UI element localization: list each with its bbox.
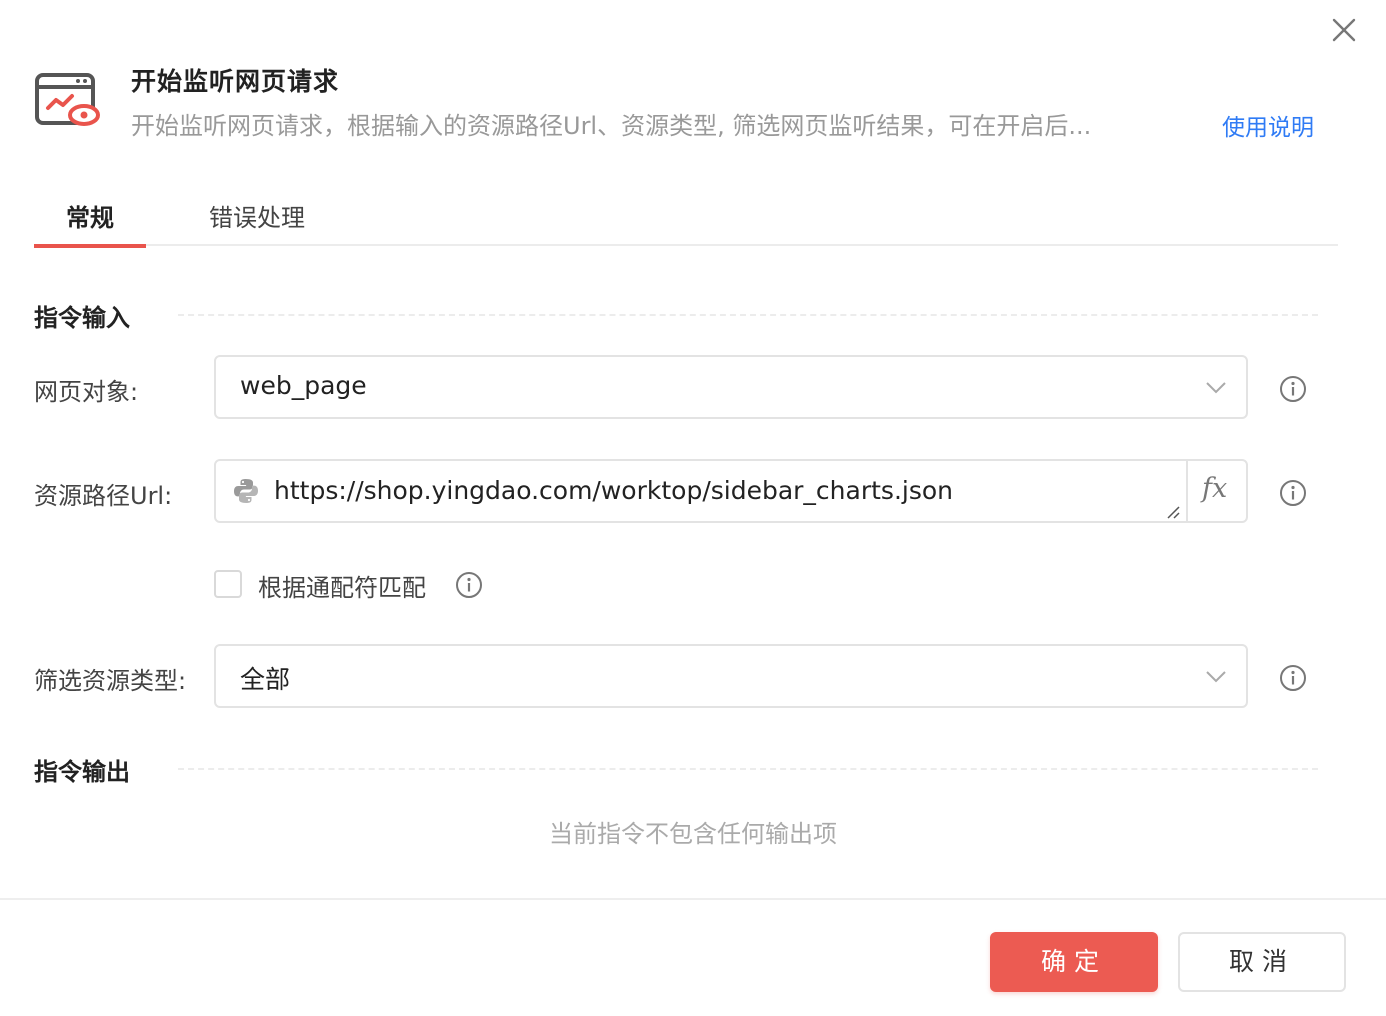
info-icon[interactable] xyxy=(1279,375,1307,403)
help-link[interactable]: 使用说明 xyxy=(1222,108,1314,142)
output-section-title: 指令输出 xyxy=(34,758,130,786)
resource-url-field[interactable]: https://shop.yingdao.com/worktop/sidebar… xyxy=(214,459,1248,523)
tab-bar: 常规 错误处理 xyxy=(34,190,1338,248)
cancel-button[interactable]: 取消 xyxy=(1178,932,1346,992)
resource-url-value: https://shop.yingdao.com/worktop/sidebar… xyxy=(274,476,954,505)
python-icon xyxy=(234,479,258,503)
section-divider xyxy=(178,768,1318,770)
section-divider xyxy=(178,314,1318,316)
chevron-down-icon xyxy=(1206,671,1226,683)
empty-output-text: 当前指令不包含任何输出项 xyxy=(549,820,837,848)
tab-general[interactable]: 常规 xyxy=(34,198,146,248)
chevron-down-icon xyxy=(1206,382,1226,394)
web-object-label: 网页对象: xyxy=(34,378,139,406)
formula-button[interactable]: fx xyxy=(1186,461,1248,521)
info-icon[interactable] xyxy=(455,571,483,599)
close-icon xyxy=(1332,18,1356,42)
input-section-title: 指令输入 xyxy=(34,304,130,332)
web-object-select[interactable]: web_page xyxy=(214,355,1248,419)
resource-type-label: 筛选资源类型: xyxy=(34,667,187,695)
close-button[interactable] xyxy=(1328,14,1360,46)
fx-icon: fx xyxy=(1202,473,1228,504)
monitor-eye-icon xyxy=(35,73,100,126)
wildcard-match-label: 根据通配符匹配 xyxy=(258,574,426,602)
resource-type-value: 全部 xyxy=(240,665,291,694)
confirm-button[interactable]: 确定 xyxy=(990,932,1158,992)
dialog-title: 开始监听网页请求 xyxy=(131,67,340,96)
resource-type-select[interactable]: 全部 xyxy=(214,644,1248,708)
dialog-description: 开始监听网页请求，根据输入的资源路径Url、资源类型, 筛选网页监听结果，可在开… xyxy=(131,112,1092,140)
web-object-value: web_page xyxy=(240,371,367,400)
info-icon[interactable] xyxy=(1279,479,1307,507)
dialog: 开始监听网页请求 开始监听网页请求，根据输入的资源路径Url、资源类型, 筛选网… xyxy=(0,0,1386,1016)
footer-divider xyxy=(0,898,1386,900)
wildcard-match-checkbox[interactable] xyxy=(214,570,242,598)
tab-error-handling[interactable]: 错误处理 xyxy=(209,198,305,233)
resource-url-label: 资源路径Url: xyxy=(34,482,173,510)
resize-handle-icon[interactable] xyxy=(1166,505,1180,519)
info-icon[interactable] xyxy=(1279,664,1307,692)
